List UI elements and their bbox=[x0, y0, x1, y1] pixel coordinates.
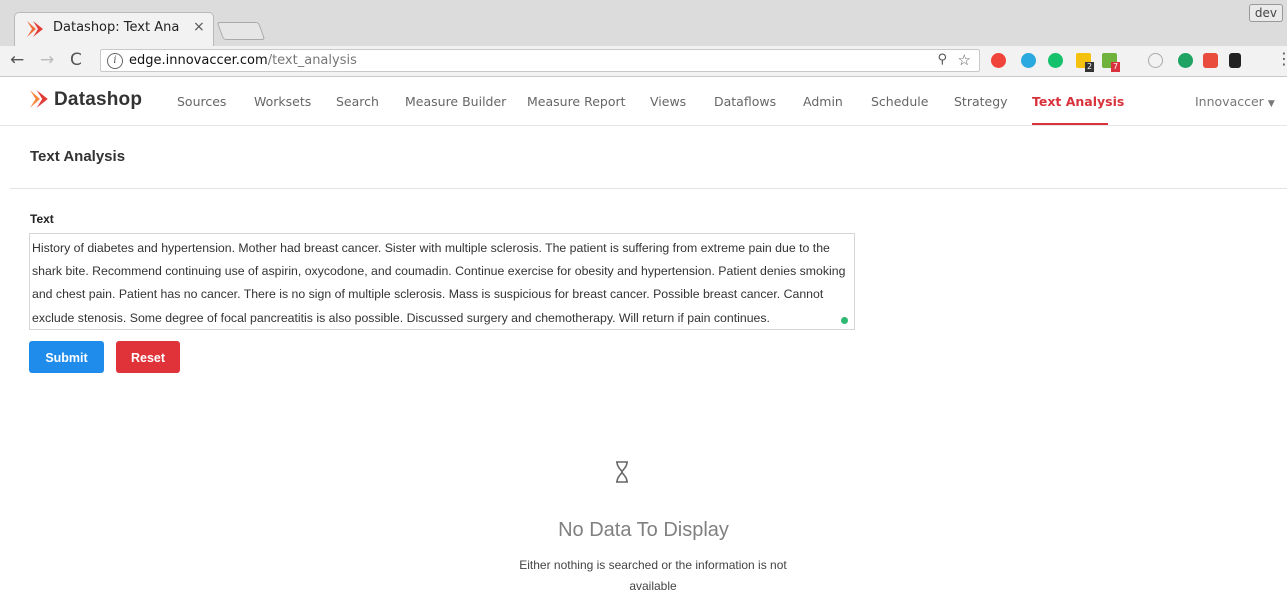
extension-ring-icon[interactable] bbox=[1148, 53, 1163, 68]
url-text: edge.innovaccer.com/text_analysis bbox=[129, 53, 357, 68]
forward-icon[interactable]: → bbox=[40, 50, 54, 70]
text-input[interactable]: History of diabetes and hypertension. Mo… bbox=[29, 233, 855, 330]
nav-item-text-analysis[interactable]: Text Analysis bbox=[1032, 94, 1124, 109]
nav-item-schedule[interactable]: Schedule bbox=[871, 94, 928, 109]
extension-blue-circle-icon[interactable] bbox=[1021, 53, 1036, 68]
info-icon[interactable]: i bbox=[107, 53, 123, 69]
new-tab-button[interactable] bbox=[216, 22, 266, 40]
extension-shield-icon[interactable] bbox=[1203, 53, 1218, 68]
tab-title: Datashop: Text Ana bbox=[53, 20, 180, 35]
extension-badge: 7 bbox=[1111, 62, 1121, 72]
nav-item-strategy[interactable]: Strategy bbox=[954, 94, 1008, 109]
reload-icon[interactable]: C bbox=[70, 50, 82, 70]
empty-state-title: No Data To Display bbox=[558, 519, 729, 541]
app-navbar: Datashop Sources Worksets Search Measure… bbox=[0, 77, 1287, 126]
nav-item-admin[interactable]: Admin bbox=[803, 94, 843, 109]
org-dropdown[interactable]: Innovaccer ▼ bbox=[1195, 94, 1275, 109]
grammarly-icon[interactable] bbox=[1048, 53, 1063, 68]
reset-button[interactable]: Reset bbox=[116, 341, 180, 373]
extension-dark-icon[interactable] bbox=[1229, 53, 1241, 68]
page-title: Text Analysis bbox=[30, 148, 126, 165]
browser-tab[interactable]: Datashop: Text Ana × bbox=[14, 12, 214, 46]
profile-button[interactable]: dev bbox=[1248, 4, 1283, 22]
nav-item-search[interactable]: Search bbox=[336, 94, 379, 109]
empty-state-subtitle: Either nothing is searched or the inform… bbox=[519, 558, 787, 593]
nav-item-measure-report[interactable]: Measure Report bbox=[527, 94, 626, 109]
nav-item-worksets[interactable]: Worksets bbox=[254, 94, 311, 109]
key-icon[interactable]: ⚲ bbox=[937, 52, 947, 67]
address-bar[interactable]: i edge.innovaccer.com/text_analysis ⚲ ☆ bbox=[100, 49, 980, 72]
divider bbox=[10, 188, 1287, 189]
browser-toolbar: ← → C i edge.innovaccer.com/text_analysi… bbox=[0, 46, 1287, 77]
nav-item-measure-builder[interactable]: Measure Builder bbox=[405, 94, 506, 109]
active-nav-indicator bbox=[1032, 123, 1108, 125]
nav-item-dataflows[interactable]: Dataflows bbox=[714, 94, 776, 109]
url-path: /text_analysis bbox=[267, 53, 357, 68]
browser-tabstrip: Datashop: Text Ana × dev bbox=[0, 0, 1287, 46]
grammarly-status-icon[interactable] bbox=[841, 317, 848, 324]
datashop-logo-icon[interactable] bbox=[30, 90, 50, 108]
brand-name[interactable]: Datashop bbox=[54, 89, 142, 111]
submit-button[interactable]: Submit bbox=[29, 341, 104, 373]
text-field-label: Text bbox=[30, 212, 54, 226]
url-host: edge.innovaccer.com bbox=[129, 53, 268, 68]
org-name: Innovaccer bbox=[1195, 94, 1264, 109]
bookmark-star-icon[interactable]: ☆ bbox=[958, 51, 971, 69]
nav-item-sources[interactable]: Sources bbox=[177, 94, 226, 109]
nav-item-views[interactable]: Views bbox=[650, 94, 686, 109]
tab-close-icon[interactable]: × bbox=[193, 19, 205, 35]
datashop-favicon-icon bbox=[27, 21, 43, 37]
extension-infinity-icon[interactable] bbox=[991, 53, 1006, 68]
hourglass-icon bbox=[616, 461, 628, 483]
extension-chat-icon[interactable] bbox=[1178, 53, 1193, 68]
browser-menu-icon[interactable]: ⋮ bbox=[1276, 49, 1287, 68]
extension-badge: 2 bbox=[1085, 62, 1095, 72]
caret-down-icon: ▼ bbox=[1267, 99, 1275, 109]
back-icon[interactable]: ← bbox=[10, 50, 24, 70]
